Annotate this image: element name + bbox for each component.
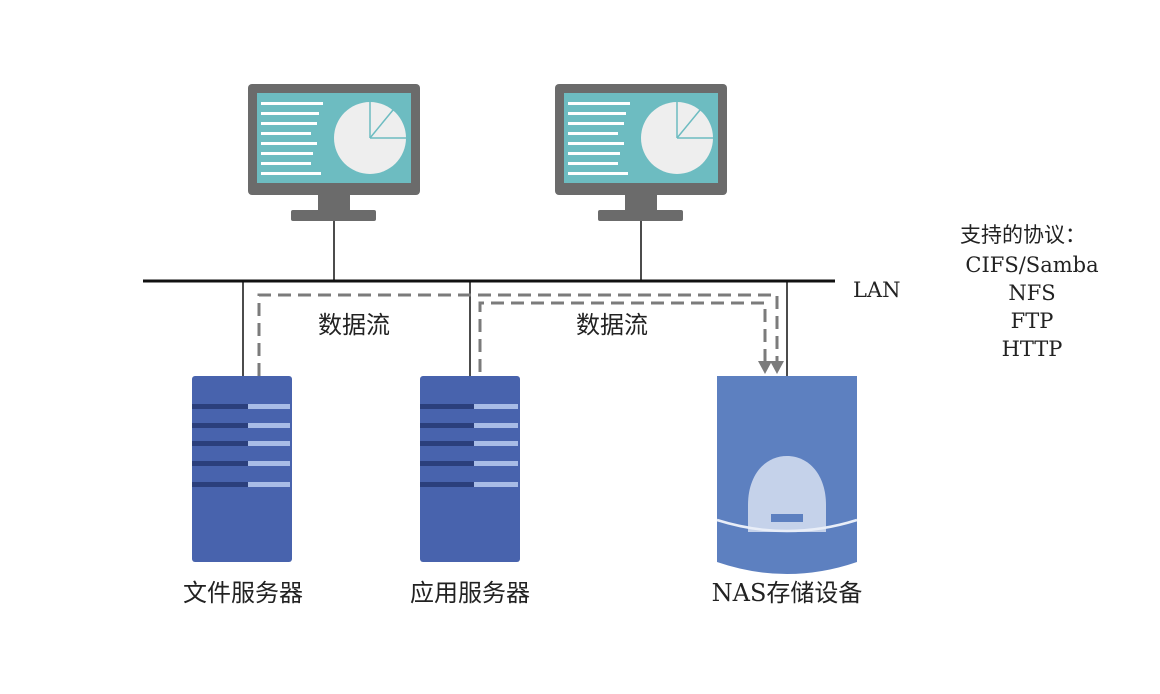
app-server-icon — [420, 376, 520, 562]
monitor-1 — [248, 84, 420, 221]
pie-chart-icon — [334, 102, 406, 174]
file-server-icon — [192, 376, 292, 562]
lan-label: LAN — [853, 278, 901, 302]
nas-storage-icon — [716, 376, 858, 574]
data-flow-arrowhead-1 — [758, 361, 772, 374]
protocol-item: HTTP — [1002, 337, 1063, 361]
protocol-item: FTP — [1011, 309, 1054, 333]
data-flow-label-1: 数据流 — [318, 311, 390, 339]
app-server-label: 应用服务器 — [410, 579, 530, 607]
file-server-label: 文件服务器 — [183, 579, 303, 607]
nas-label: NAS存储设备 — [712, 579, 863, 607]
protocol-item: NFS — [1008, 281, 1055, 305]
data-flow-arrowhead-2 — [770, 361, 784, 374]
monitor-2 — [555, 84, 727, 221]
nas-network-diagram: LAN 数据流 数据流 文件服务器 应用服务器 NAS存储设备 支持的协议： C… — [143, 84, 1099, 607]
pie-chart-icon — [641, 102, 713, 174]
data-flow-label-2: 数据流 — [576, 311, 648, 339]
protocols-title: 支持的协议： — [960, 223, 1086, 247]
protocol-item: CIFS/Samba — [965, 253, 1098, 277]
